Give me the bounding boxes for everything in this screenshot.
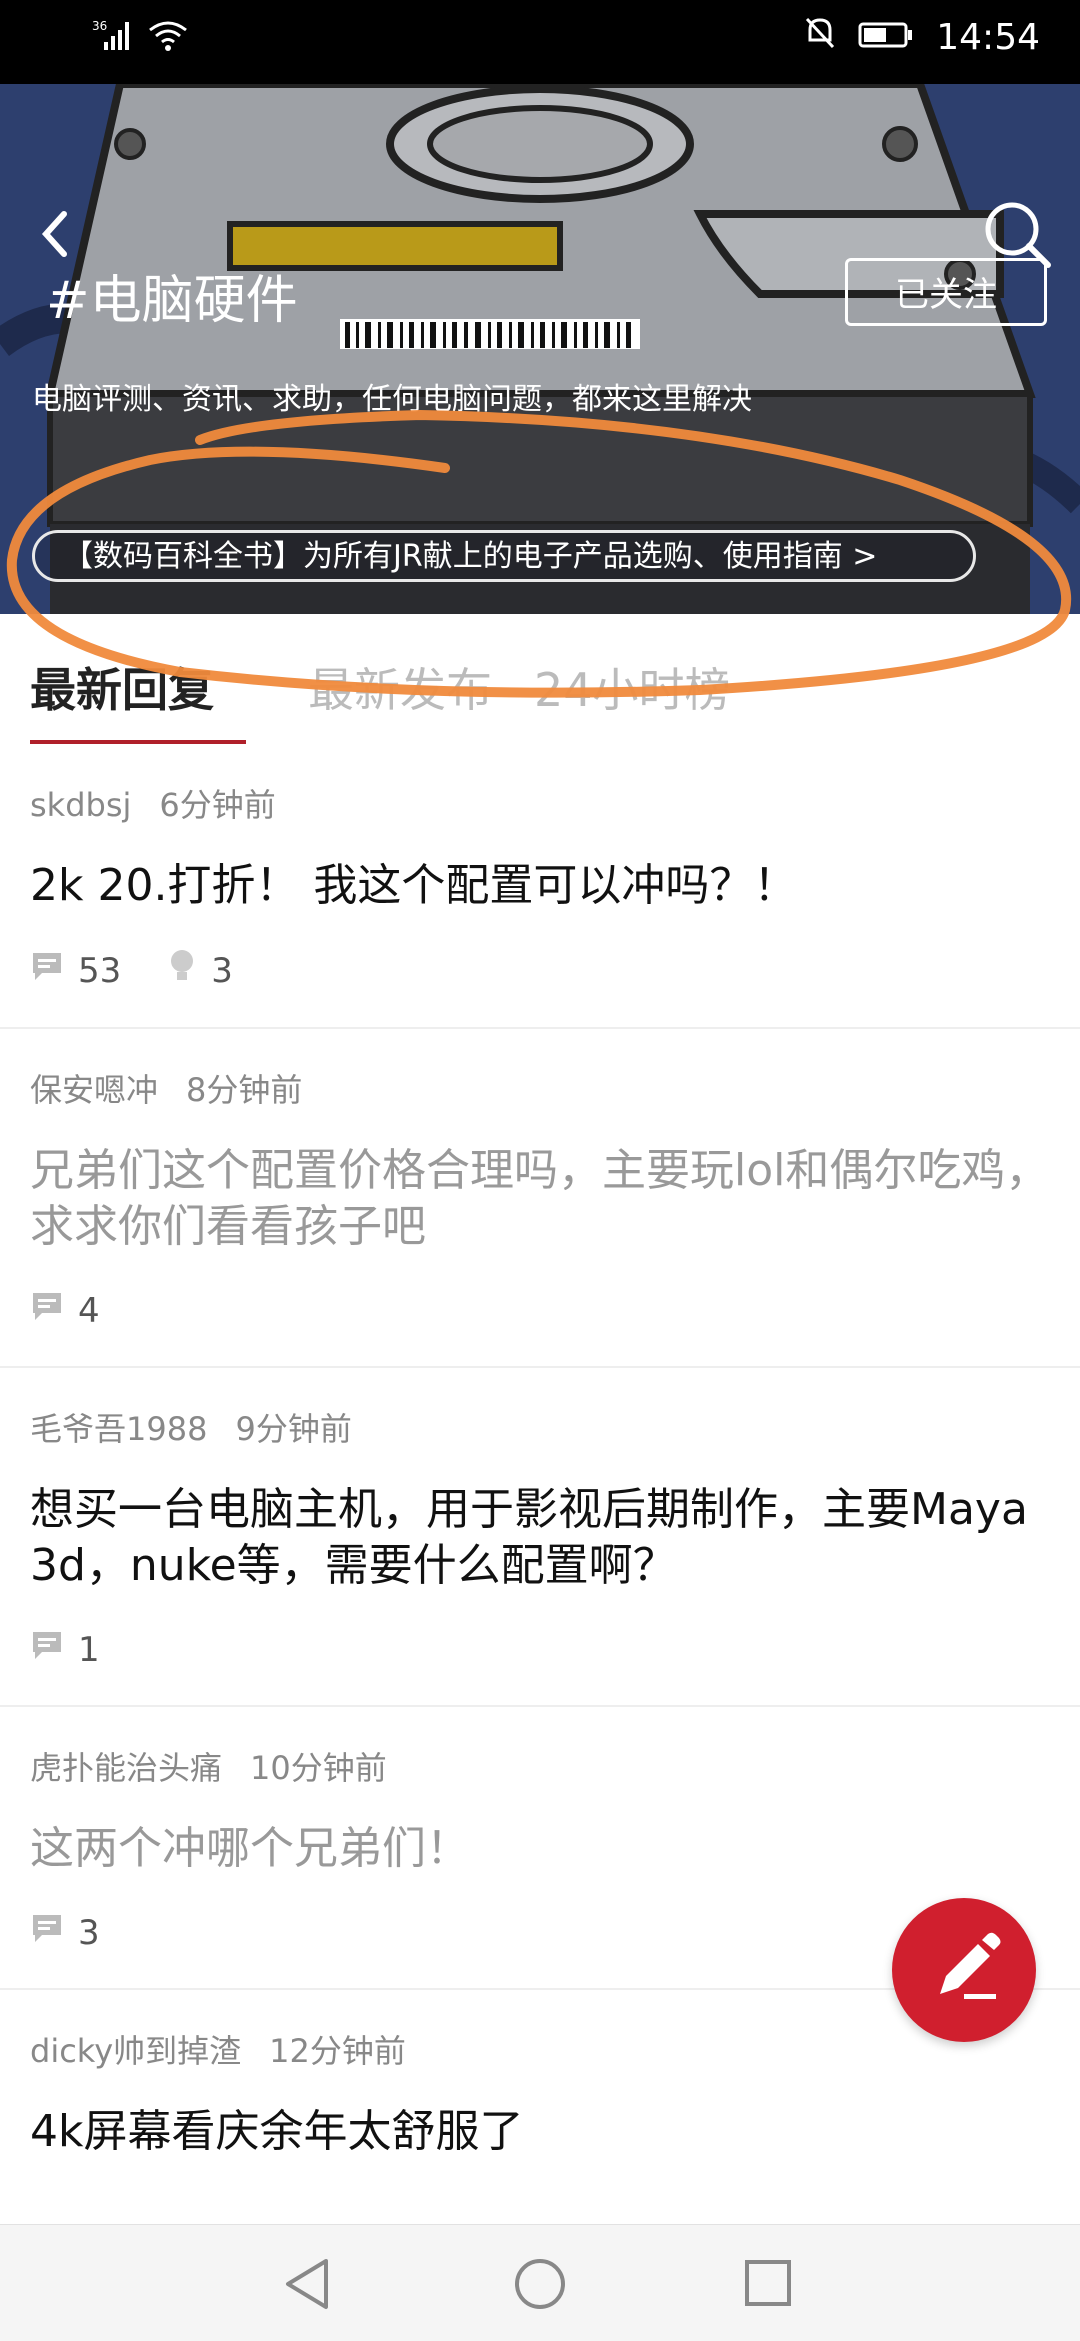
comment-count: 3 [78, 1912, 100, 1953]
comment-icon [30, 1628, 64, 1671]
wifi-icon [148, 20, 188, 56]
post-time: 8分钟前 [186, 1071, 303, 1109]
tab-latest-reply[interactable]: 最新回复 [30, 654, 214, 720]
back-arrow-icon[interactable] [34, 204, 74, 264]
tab-24h-rank[interactable]: 24小时榜 [534, 654, 731, 720]
post-title[interactable]: 2k 20.打折！ 我这个配置可以冲吗？！ [30, 858, 1050, 914]
post-author: 虎扑能治头痛 [30, 1749, 223, 1787]
post-author: dicky帅到掉渣 [30, 2032, 242, 2070]
tab-latest-post[interactable]: 最新发布 [308, 654, 492, 720]
post-time: 9分钟前 [235, 1410, 352, 1448]
topic-description: 电脑评测、资讯、求助，任何电脑问题，都来这里解决 [32, 382, 752, 417]
comment-count: 4 [78, 1290, 100, 1331]
list-item[interactable]: 毛爷吾1988 9分钟前 想买一台电脑主机，用于影视后期制作，主要Maya 3d，… [0, 1368, 1080, 1707]
post-time: 12分钟前 [269, 2032, 406, 2070]
battery-icon [858, 17, 914, 58]
nav-home-icon[interactable] [513, 2257, 567, 2315]
list-item[interactable]: 保安嗯冲 8分钟前 兄弟们这个配置价格合理吗，主要玩lol和偶尔吃鸡，求求你们看看… [0, 1029, 1080, 1368]
post-author: 保安嗯冲 [30, 1071, 159, 1109]
follow-button[interactable]: 已关注 [845, 258, 1047, 326]
post-title[interactable]: 想买一台电脑主机，用于影视后期制作，主要Maya 3d，nuke等，需要什么配置… [30, 1482, 1050, 1594]
system-nav-bar [0, 2224, 1080, 2341]
svg-text:36: 36 [92, 19, 107, 33]
lightbulb-icon [167, 948, 197, 993]
status-bar: 36 14:54 [0, 0, 1080, 84]
list-item[interactable]: skdbsj 6分钟前 2k 20.打折！ 我这个配置可以冲吗？！ 53 3 [0, 744, 1080, 1029]
mute-bell-icon [804, 16, 836, 59]
like-count: 3 [211, 950, 233, 991]
post-time: 6分钟前 [159, 786, 276, 824]
post-title[interactable]: 这两个冲哪个兄弟们！ [30, 1821, 1050, 1877]
post-title[interactable]: 4k屏幕看庆余年太舒服了 [30, 2104, 1050, 2160]
guide-link[interactable]: 【数码百科全书】为所有JR献上的电子产品选购、使用指南 > [32, 530, 976, 582]
compose-button[interactable] [892, 1898, 1036, 2042]
topic-title: #电脑硬件 [46, 271, 298, 331]
sort-tabs: 最新回复 最新发布 24小时榜 [0, 614, 1080, 744]
post-author: 毛爷吾1988 [30, 1410, 208, 1448]
post-time: 10分钟前 [250, 1749, 387, 1787]
comment-count: 53 [78, 950, 122, 991]
nav-back-icon[interactable] [282, 2257, 332, 2315]
comment-icon [30, 949, 64, 992]
comment-count: 1 [78, 1629, 100, 1670]
signal-icon: 36 [90, 18, 134, 56]
comment-icon [30, 1911, 64, 1954]
comment-icon [30, 1289, 64, 1332]
post-title[interactable]: 兄弟们这个配置价格合理吗，主要玩lol和偶尔吃鸡，求求你们看看孩子吧 [30, 1143, 1050, 1255]
nav-recents-icon[interactable] [744, 2259, 792, 2311]
post-author: skdbsj [30, 786, 132, 824]
clock-time: 14:54 [936, 17, 1040, 58]
pencil-icon [892, 1932, 1036, 2046]
